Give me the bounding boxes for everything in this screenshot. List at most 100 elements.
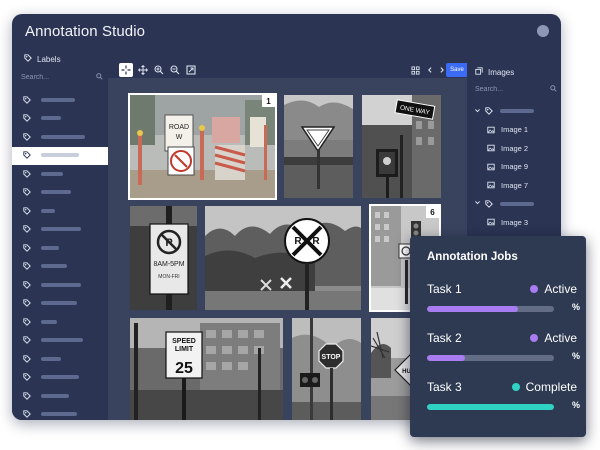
svg-text:W: W [176, 134, 183, 141]
image-item-label: Image 2 [501, 143, 529, 153]
grid-tile-construction[interactable]: ROAD W 1 [128, 93, 277, 200]
image-item[interactable]: Image 3 [467, 213, 561, 232]
job-status: Complete [511, 380, 577, 394]
save-button[interactable]: Save [446, 63, 468, 77]
image-item[interactable]: Image 7 [467, 176, 561, 195]
annotation-jobs-card: Annotation Jobs Task 1 Active% Task 2 Activ… [410, 236, 586, 437]
label-item[interactable] [12, 295, 108, 314]
label-item[interactable] [12, 221, 108, 240]
move-tool-icon[interactable] [136, 63, 150, 77]
tag-icon [22, 354, 31, 363]
tag-icon [22, 373, 31, 382]
svg-text:8AM-5PM: 8AM-5PM [153, 261, 184, 268]
label-item[interactable] [12, 350, 108, 369]
tag-icon [22, 151, 31, 160]
images-panel-header: Images [467, 63, 561, 81]
tag-icon [22, 188, 31, 197]
label-item[interactable] [12, 313, 108, 332]
label-item[interactable] [12, 110, 108, 129]
app-title: Annotation Studio [25, 23, 146, 40]
image-item[interactable]: Image 2 [467, 139, 561, 158]
label-item[interactable] [12, 91, 108, 110]
labels-panel: Labels [12, 50, 119, 421]
label-item[interactable] [12, 146, 119, 165]
chevron-down-icon[interactable] [474, 199, 482, 208]
label-name-placeholder [41, 412, 77, 417]
tag-icon [22, 169, 31, 178]
label-item[interactable] [12, 369, 108, 388]
grid-tile-no-parking[interactable]: P 8AM-5PM MON-FRI [130, 206, 197, 310]
grid-tile-speed-limit[interactable]: SPEED LIMIT 25 [130, 318, 283, 420]
label-item[interactable] [12, 276, 108, 295]
status-dot [530, 285, 539, 293]
grid-tile-yield[interactable] [284, 95, 353, 198]
label-name-placeholder [41, 375, 79, 380]
label-name-placeholder [41, 116, 61, 121]
label-item[interactable] [12, 128, 108, 147]
grid-tile-stop[interactable]: STOP [292, 318, 361, 420]
zoom-in-icon[interactable] [152, 63, 166, 77]
tag-icon [22, 95, 31, 104]
job-progress-fill [427, 355, 466, 361]
zoom-out-icon[interactable] [168, 63, 182, 77]
labels-search-input[interactable] [21, 73, 81, 81]
search-icon[interactable] [550, 84, 557, 94]
grid-tile-railroad[interactable]: R R [205, 206, 361, 310]
tag-icon [22, 132, 31, 141]
label-item[interactable] [12, 258, 108, 277]
status-dot [530, 334, 539, 342]
images-panel-title: Images [488, 67, 515, 77]
job-percent-label: % [572, 302, 581, 312]
status-dot [511, 383, 520, 391]
tag-icon [22, 114, 31, 123]
job-name: Task 3 [427, 380, 462, 394]
job-status-label: Active [544, 282, 577, 296]
grid-tile-one-way[interactable]: ONE WAY [362, 95, 441, 198]
tag-icon [22, 243, 31, 252]
images-search-input[interactable] [475, 85, 535, 93]
job-status-label: Complete [525, 380, 577, 394]
tag-icon [22, 206, 31, 215]
svg-text:R: R [312, 236, 320, 247]
label-item[interactable] [12, 332, 108, 351]
image-item[interactable]: Image 1 [467, 121, 561, 140]
chevron-down-icon[interactable] [474, 107, 482, 116]
image-item-label: Image 1 [501, 125, 529, 135]
image-item[interactable]: Image 9 [467, 158, 561, 177]
image-icon [487, 144, 495, 152]
select-tool-icon[interactable] [119, 63, 133, 77]
search-icon[interactable] [96, 72, 103, 82]
label-name-placeholder [41, 301, 77, 306]
tag-icon [22, 391, 31, 400]
svg-text:25: 25 [175, 360, 193, 377]
svg-text:ROAD: ROAD [169, 124, 189, 131]
label-item[interactable] [12, 184, 108, 203]
images-stack-icon [475, 67, 483, 77]
label-name-placeholder [41, 227, 81, 232]
chevron-left-icon[interactable] [423, 63, 437, 77]
grid-view-icon[interactable] [408, 63, 422, 77]
chevron-right-icon[interactable] [438, 63, 446, 77]
jobs-title: Annotation Jobs [427, 251, 518, 263]
labels-panel-header: Labels [12, 50, 108, 68]
svg-text:MON-FRI: MON-FRI [158, 274, 179, 280]
image-group[interactable] [467, 195, 561, 214]
label-item[interactable] [12, 202, 108, 221]
label-item[interactable] [12, 406, 108, 421]
label-name-placeholder [41, 356, 61, 361]
label-name-placeholder [41, 153, 79, 158]
label-item[interactable] [12, 239, 108, 258]
window-control-button[interactable] [537, 25, 549, 37]
labels-tag-icon [24, 54, 32, 64]
label-item[interactable] [12, 165, 108, 184]
tag-icon [22, 280, 31, 289]
image-item-label: Image 9 [501, 162, 529, 172]
label-item[interactable] [12, 387, 108, 406]
tile-badge: 1 [262, 95, 275, 107]
svg-text:SPEED: SPEED [172, 338, 196, 345]
fit-screen-icon[interactable] [184, 63, 198, 77]
tile-badge: 6 [426, 206, 439, 218]
image-group[interactable] [467, 102, 561, 121]
group-name-placeholder [500, 109, 534, 114]
tag-icon [485, 107, 494, 116]
